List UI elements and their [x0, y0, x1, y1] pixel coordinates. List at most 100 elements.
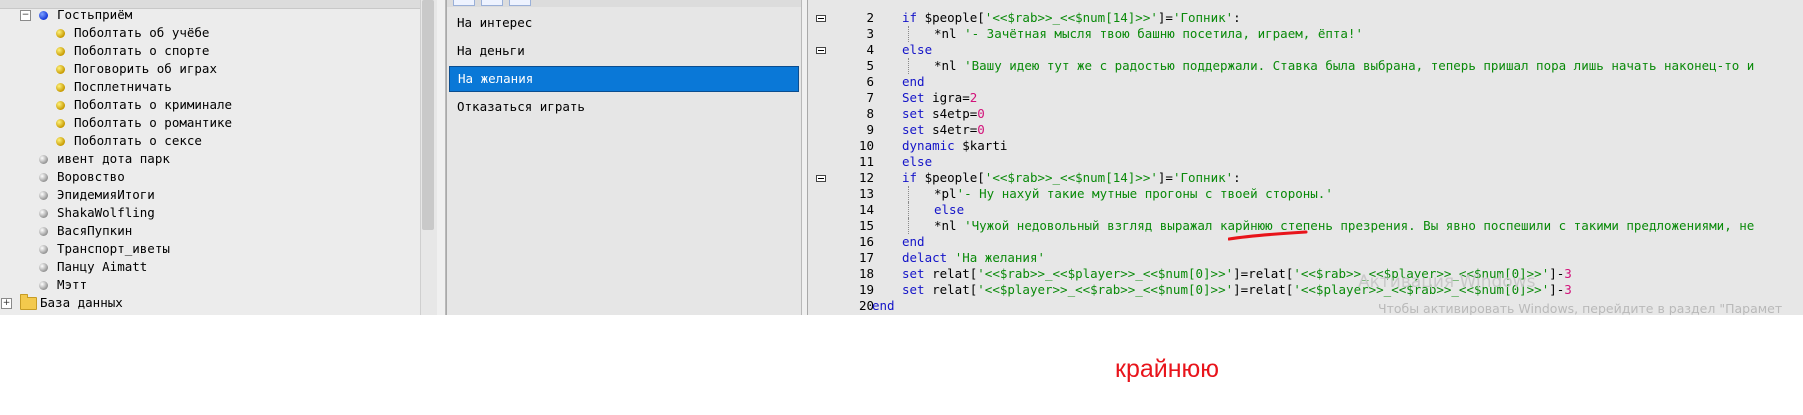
action-item[interactable]: На интерес: [449, 10, 799, 36]
code-line[interactable]: 11 else: [808, 154, 1803, 170]
rename-action-icon[interactable]: [481, 0, 503, 6]
qsp-editor-window: − Гостьприём Поболтать об учёбе Поболтать о…: [0, 0, 1803, 315]
tree-item[interactable]: ShakaWolfling: [0, 204, 420, 222]
code-text: set s4etp=0: [902, 106, 985, 122]
tree-item[interactable]: Мэтт: [0, 276, 420, 294]
tree-item[interactable]: Поболтать о спорте: [0, 42, 420, 60]
line-number: 19: [858, 282, 874, 297]
code-text: else: [902, 154, 932, 170]
line-number: 8: [866, 106, 874, 121]
code-token: 0: [977, 106, 985, 121]
code-line[interactable]: 17 delact 'На желания': [808, 250, 1803, 266]
action-item[interactable]: Отказаться играть: [449, 94, 799, 120]
tree-item[interactable]: + База данных: [0, 294, 420, 312]
code-token: 'На желания': [954, 250, 1045, 265]
tree-item[interactable]: Панцу Aimatt: [0, 258, 420, 276]
code-line[interactable]: 13 *pl'- Ну нахуй такие мутные прогоны с …: [808, 186, 1803, 202]
yellow-bullet-icon: [56, 137, 65, 146]
code-line[interactable]: 19 set relat['<<$player>>_<<$rab>>_<<$num…: [808, 282, 1803, 298]
code-token: ]=: [1157, 10, 1173, 25]
tree-item[interactable]: ЭпидемияИтоги: [0, 186, 420, 204]
code-token: relat[: [932, 266, 978, 281]
fold-marker-icon[interactable]: [816, 47, 826, 54]
code-line[interactable]: 2 if $people['<<$rab>>_<<$num[14]>>']='Го…: [808, 10, 1803, 26]
tree-item-label: Посплетничать: [74, 79, 172, 94]
code-token: $karti: [962, 138, 1008, 153]
code-token: 0: [977, 122, 985, 137]
red-underline-mark: [1228, 230, 1308, 241]
code-token: '<<$rab>>_<<$num[14]>>': [984, 170, 1158, 185]
gray-bullet-icon: [39, 263, 48, 272]
tree-scrollbar-thumb[interactable]: [422, 0, 434, 230]
code-line[interactable]: 18 set relat['<<$rab>>_<<$player>>_<<$num…: [808, 266, 1803, 282]
code-line[interactable]: 7 Set igra=2: [808, 90, 1803, 106]
code-line[interactable]: 4 else: [808, 42, 1803, 58]
code-token: if: [902, 170, 925, 185]
tree-item-label: ShakaWolfling: [57, 205, 155, 220]
indent-guide: [908, 58, 909, 74]
code-token: '- Ну нахуй такие мутные прогоны с твоей…: [956, 186, 1333, 201]
tree-item[interactable]: Воровство: [0, 168, 420, 186]
code-token: set: [902, 282, 933, 297]
tree-item[interactable]: − Гостьприём: [0, 6, 420, 24]
code-line[interactable]: 3 *nl '- Зачётная мысля твою башню посети…: [808, 26, 1803, 42]
collapse-icon[interactable]: −: [20, 10, 31, 21]
add-action-icon[interactable]: [453, 0, 475, 6]
code-line[interactable]: 5 *nl 'Вашу идею тут же с радостью поддер…: [808, 58, 1803, 74]
code-text: end: [902, 74, 925, 90]
code-line[interactable]: 6 end: [808, 74, 1803, 90]
code-token: ]=: [1157, 170, 1173, 185]
code-line[interactable]: 12 if $people['<<$rab>>_<<$num[14]>>']='Г…: [808, 170, 1803, 186]
fold-marker-icon[interactable]: [816, 15, 826, 22]
code-token: 3: [1564, 266, 1572, 281]
code-text: else: [902, 42, 932, 58]
code-line[interactable]: 8 set s4etp=0: [808, 106, 1803, 122]
indent-guide: [908, 202, 909, 218]
code-editor[interactable]: 2 if $people['<<$rab>>_<<$num[14]>>']='Го…: [807, 0, 1803, 315]
line-number: 17: [858, 250, 874, 265]
tree-item[interactable]: Посплетничать: [0, 78, 420, 96]
expand-icon[interactable]: +: [1, 298, 12, 309]
code-token: end: [872, 298, 895, 313]
tree-item[interactable]: Поболтать о сексе: [0, 132, 420, 150]
tree-item[interactable]: Поговорить об играх: [0, 60, 420, 78]
delete-action-icon[interactable]: [509, 0, 531, 6]
indent-guide: [908, 26, 909, 42]
indent-guide: [908, 186, 909, 202]
code-token: end: [902, 234, 925, 249]
line-number: 12: [858, 170, 874, 185]
tree-item[interactable]: Поболтать о криминале: [0, 96, 420, 114]
code-token: else: [902, 154, 933, 169]
code-token: 'Гопник': [1172, 10, 1234, 25]
gray-bullet-icon: [39, 155, 48, 164]
windows-activation-text: Чтобы активировать Windows, перейдите в …: [1378, 301, 1783, 315]
locations-tree[interactable]: − Гостьприём Поболтать об учёбе Поболтать о…: [0, 0, 420, 315]
code-text: delact 'На желания': [902, 250, 1045, 266]
action-item[interactable]: На деньги: [449, 38, 799, 64]
tree-item[interactable]: ивент дота парк: [0, 150, 420, 168]
code-token: $people[: [924, 170, 985, 185]
tree-item-label: База данных: [40, 295, 123, 310]
code-text: end: [902, 234, 925, 250]
code-token: '<<$rab>>_<<$player>>_<<$num[0]>>': [977, 266, 1234, 281]
yellow-bullet-icon: [56, 101, 65, 110]
panel-splitter[interactable]: [437, 0, 446, 315]
code-text: end: [872, 298, 895, 314]
tree-item[interactable]: ВасяПупкин: [0, 222, 420, 240]
tree-item[interactable]: Поболтать о романтике: [0, 114, 420, 132]
code-line[interactable]: 9 set s4etr=0: [808, 122, 1803, 138]
tree-item-label: Поговорить об играх: [74, 61, 217, 76]
action-item[interactable]: На желания: [449, 66, 799, 92]
code-token: ]-: [1549, 282, 1565, 297]
fold-marker-icon[interactable]: [816, 175, 826, 182]
code-line[interactable]: 10 dynamic $karti: [808, 138, 1803, 154]
tree-item[interactable]: Транспорт_иветы: [0, 240, 420, 258]
tree-item[interactable]: Поболтать об учёбе: [0, 24, 420, 42]
line-number: 14: [858, 202, 874, 217]
code-line[interactable]: 14 else: [808, 202, 1803, 218]
code-token: 3: [1564, 282, 1572, 297]
code-token: 'Чужой недовольный взгляд выражал карйню…: [964, 218, 1755, 233]
tree-item-label: Гостьприём: [57, 7, 133, 22]
code-token: 'Вашу идею тут же с радостью поддержали.…: [964, 58, 1755, 73]
line-number: 6: [866, 74, 874, 89]
